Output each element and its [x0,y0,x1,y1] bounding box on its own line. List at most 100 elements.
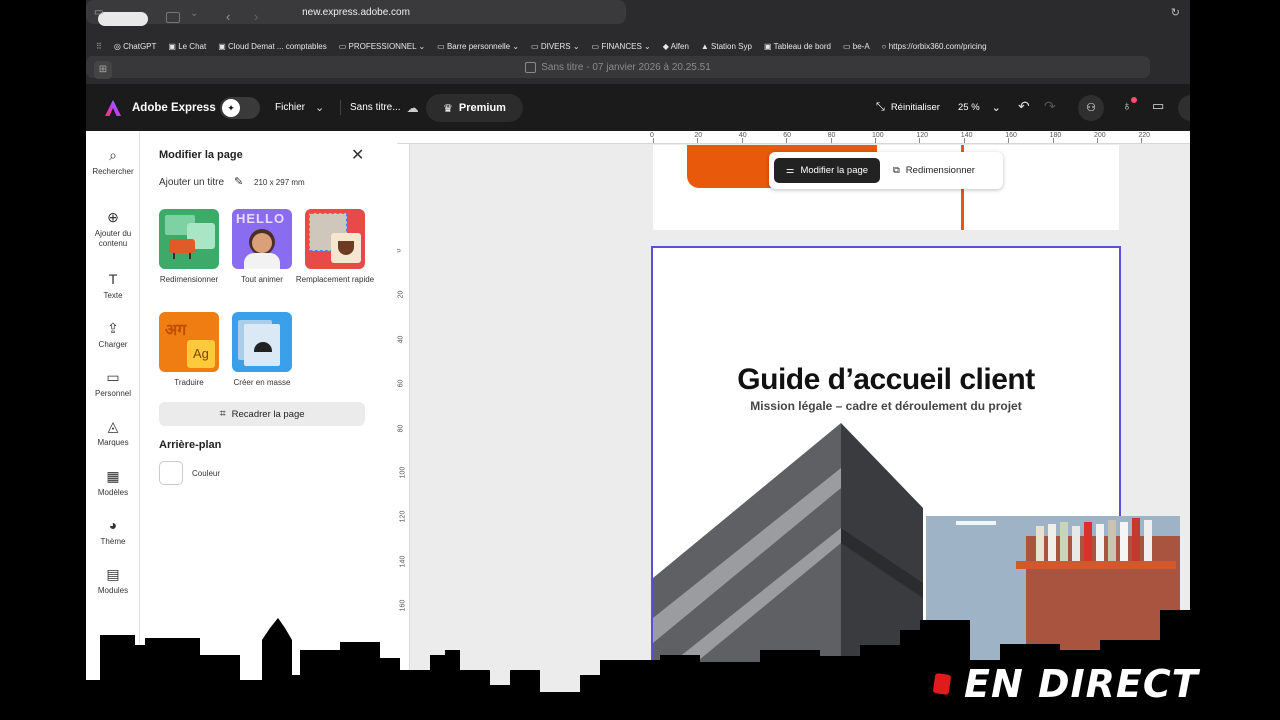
ruler-tick-label: 0 [397,249,402,253]
app-header: Adobe Express ✦ Fichier ⌄ Sans titre... … [86,84,1190,131]
rail-item-text[interactable]: T Texte [86,271,140,301]
ruler-tick-label: 20 [397,290,405,299]
rail-item-modules[interactable]: ▤ Modules [86,566,140,596]
close-icon[interactable]: ✕ [351,145,364,165]
redo-icon[interactable]: ↷ [1044,98,1056,115]
sidebar-toggle[interactable] [98,12,148,26]
back-icon[interactable]: ‹ [226,9,230,24]
shrink-icon: ⤡ [876,101,885,113]
premium-label: Premium [458,102,506,114]
app-name: Adobe Express [132,101,216,114]
page-title[interactable]: Guide d’accueil client [653,363,1119,397]
document-name[interactable]: Sans titre... ☁ [350,84,419,131]
rail-item-theme[interactable]: ◕ Thème [86,517,140,547]
tile-label: Traduire [174,378,204,387]
bookmarks-bar: ⠿ ◎ ChatGPT ▣ Le Chat ▣ Cloud Demat ... … [86,36,1190,56]
rail-label: Ajouter du contenu [94,229,132,248]
apps-grid-icon[interactable]: ⠿ [96,42,102,51]
live-text: EN DIRECT [964,662,1199,706]
upload-icon: ⇪ [107,320,119,336]
site-settings-icon[interactable]: ▭ [94,7,103,18]
plus-circle-icon: ⊕ [107,209,119,225]
bookmark-folder[interactable]: ▭ FINANCES ⌄ [592,42,651,51]
recrop-label: Recadrer la page [231,408,305,420]
modules-icon: ▤ [106,566,120,582]
ruler-tick-label: 180 [1049,132,1062,139]
bookmark-folder[interactable]: ▭ DIVERS ⌄ [531,42,580,51]
ruler-tick-label: 100 [872,132,884,139]
ruler-tick [741,138,743,143]
chevron-down-icon: ⌄ [315,102,325,114]
ruler-tick-label: 120 [399,511,407,523]
template-icon: ▦ [106,468,120,484]
add-title-field[interactable]: Ajouter un titre [159,177,224,188]
sidebar-icon[interactable] [166,12,180,23]
rail-label: Personnel [94,389,132,398]
bookmark-item[interactable]: ○ https://orbix360.com/pricing [882,42,987,51]
ai-toggle[interactable]: ✦ [220,84,260,131]
premium-button[interactable]: ♛ Premium [426,94,523,122]
bookmark-folder[interactable]: ▭ PROFESSIONNEL ⌄ [339,42,425,51]
ruler-tick [919,138,921,143]
bookmark-item[interactable]: ▣ Cloud Demat ... comptables [218,42,327,51]
tab-title: Sans titre - 07 janvier 2026 à 20.25.51 [541,61,711,73]
ruler-tick-label: 220 [1138,132,1151,139]
recrop-page-button[interactable]: ⌗ Recadrer la page [159,402,365,426]
resize-label: Redimensionner [905,165,975,176]
resize-button[interactable]: ⧉ Redimensionner [889,158,999,183]
forward-icon[interactable]: › [254,9,258,24]
latin-text: Ag [193,346,209,361]
rail-item-templates[interactable]: ▦ Modèles [86,468,140,498]
quick-replace-tile[interactable] [305,209,365,269]
rail-label: Charger [98,340,128,349]
collaborate-button[interactable]: ⚇ [1078,95,1104,121]
ruler-tick [1097,138,1098,143]
bookmark-item[interactable]: ▣ Tableau de bord [764,42,831,51]
crop-icon: ⌗ [219,407,226,420]
animate-all-tile[interactable]: HELLO [232,209,292,269]
palette-icon: ◕ [108,517,118,533]
ruler-top: 0 20 40 60 80 100 120 140 160 180 200 220 [397,131,1190,144]
app-logo[interactable]: Adobe Express [104,84,216,131]
rail-item-upload[interactable]: ⇪ Charger [86,320,140,350]
reset-button[interactable]: ⤡ Réinitialiser [876,84,940,131]
active-tab[interactable]: Sans titre - 07 janvier 2026 à 20.25.51 [86,56,1150,78]
bookmark-item[interactable]: ▭ be-A [843,42,870,51]
rail-label: Texte [103,291,123,300]
tab-bar: ⊞ Sans titre - 07 janvier 2026 à 20.25.5… [86,56,1190,84]
bookmark-item[interactable]: ▲ Station Syp [701,42,752,51]
panel-title: Modifier la page [159,149,243,161]
bookmark-item[interactable]: ◆ Alfen [663,42,689,51]
rail-item-add-content[interactable]: ⊕ Ajouter du contenu [86,209,140,249]
rail-item-personal[interactable]: ▭ Personnel [86,369,140,399]
file-menu[interactable]: Fichier ⌄ [275,84,324,131]
ruler-tick-label: 160 [1005,132,1017,139]
rail-label: Thème [100,537,126,546]
comment-icon[interactable]: ▭ [1152,98,1164,114]
share-button[interactable] [1178,95,1190,121]
edit-page-button[interactable]: ⚌ Modifier la page [774,158,880,183]
bulk-create-tile[interactable] [232,312,292,372]
translate-tile[interactable]: अग Ag [159,312,219,372]
url-text: new.express.adobe.com [302,6,410,18]
pencil-icon[interactable]: ✎ [234,175,243,188]
tile-label: Créer en masse [233,378,291,387]
tab-overview-icon[interactable]: ⊞ [94,61,112,79]
page-subtitle[interactable]: Mission légale – cadre et déroulement du… [653,399,1119,413]
bookmark-folder[interactable]: ▭ Barre personnelle ⌄ [437,42,519,51]
rail-item-brands[interactable]: ◬ Marques [86,418,140,448]
ruler-tick [963,138,965,143]
color-label: Couleur [192,469,221,478]
page-dimensions: 210 x 297 mm [254,178,305,187]
zoom-select[interactable]: 25 % ⌄ [958,84,1001,131]
resize-tile[interactable] [159,209,219,269]
chevron-down-icon[interactable]: ⌄ [190,8,198,19]
reload-icon[interactable]: ↻ [1171,6,1180,19]
ruler-tick-label: 200 [1094,132,1106,139]
ruler-tick [875,138,876,143]
bookmark-item[interactable]: ▣ Le Chat [168,42,206,51]
undo-icon[interactable]: ↶ [1018,98,1030,115]
bookmark-item[interactable]: ◎ ChatGPT [114,42,157,51]
color-swatch[interactable] [159,461,183,485]
rail-item-search[interactable]: ⌕ Rechercher [86,147,140,177]
